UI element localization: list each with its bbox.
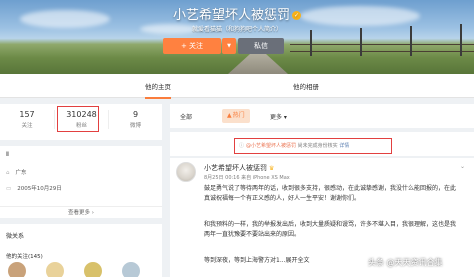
watermark: 头条 @天天资讯合集 xyxy=(368,258,443,267)
follow-menu-caret-icon[interactable]: ▼ xyxy=(222,38,236,54)
view-more-link[interactable]: 查看更多 › xyxy=(0,206,162,218)
avatar[interactable] xyxy=(8,262,26,277)
stat-posts[interactable]: 9 微博 xyxy=(108,110,162,129)
notice-detail-link[interactable]: 详情 xyxy=(339,143,349,149)
post-author-row: 小艺希望坏人被惩罚 ♛ xyxy=(204,163,274,173)
filter-all[interactable]: 全部 xyxy=(180,112,192,121)
followers-highlight-box xyxy=(57,106,99,132)
relations-panel: 微关系 他的关注(145) xyxy=(0,224,162,277)
profile-info-panel: Ⅱ ⌂ 广东 ▭ 2005年10月29日 查看更多 › xyxy=(0,146,162,218)
profile-name: 小艺希望坏人被惩罚 xyxy=(172,8,290,23)
profile-subtitle: 就爱看猫猫（和狗狗吧个人简介） xyxy=(191,26,282,33)
avatar[interactable] xyxy=(176,162,196,182)
info-location-row: ⌂ 广东 xyxy=(6,168,27,176)
profile-name-row: 小艺希望坏人被惩罚 ✓ xyxy=(0,4,474,23)
identity-notice: ⓘ @小艺希望坏人被惩罚 尚未完成身份核实 详情 xyxy=(234,138,392,154)
following-list-label[interactable]: 他的关注(145) xyxy=(6,252,43,260)
info-birthday-row: ▭ 2005年10月29日 xyxy=(6,184,62,192)
info-icon: ⓘ xyxy=(239,143,245,149)
fire-icon: ▲ xyxy=(227,112,232,119)
relations-heading: 微关系 xyxy=(6,233,25,240)
info-location: 广东 xyxy=(15,170,27,176)
stat-value: 157 xyxy=(19,110,35,119)
avatar[interactable] xyxy=(84,262,102,277)
post-paragraph: 鼓足勇气说了等待两年的话，收到很多支持，很感动，在此诚挚感谢，我没什么能回报的，… xyxy=(204,185,457,202)
stat-value: 9 xyxy=(132,110,139,119)
avatar[interactable] xyxy=(122,262,140,277)
tab-album[interactable]: 他的相册 xyxy=(293,81,319,91)
filter-hot[interactable]: ▲热门 xyxy=(222,109,250,123)
info-birthday: 2005年10月29日 xyxy=(17,186,62,192)
stat-label: 关注 xyxy=(21,123,33,129)
crown-icon: ♛ xyxy=(269,165,275,172)
profile-cover: 小艺希望坏人被惩罚 ✓ 就爱看猫猫（和狗狗吧个人简介） + 关注 ▼ 私信 xyxy=(0,0,474,74)
feed-filter-bar: 全部 ▲热门 更多 ▾ xyxy=(170,104,474,128)
post-menu-chevron-down-icon[interactable]: ⌄ xyxy=(460,163,465,170)
filter-hot-label: 热门 xyxy=(232,112,245,119)
birthday-icon: ▭ xyxy=(6,186,12,192)
filter-more[interactable]: 更多 ▾ xyxy=(270,112,287,121)
post-paragraph: 和我预料的一样，我的举报发出后，收到大量质疑和谩骂，许多不堪入目，我很理解，这也… xyxy=(204,221,457,238)
post-author-name[interactable]: 小艺希望坏人被惩罚 xyxy=(204,164,267,172)
post-paragraph-text: 等到深夜，等到上海警方对1...展开全文 xyxy=(204,257,310,264)
tab-home[interactable]: 他的主页 xyxy=(145,81,171,99)
profile-tabs: 他的主页 他的相册 xyxy=(0,74,474,99)
follow-button[interactable]: + 关注 xyxy=(163,38,221,54)
notice-user-link[interactable]: @小艺希望坏人被惩罚 xyxy=(246,143,296,149)
info-heading: Ⅱ xyxy=(6,151,9,158)
notice-text: 尚未完成身份核实 xyxy=(296,143,340,149)
location-icon: ⌂ xyxy=(6,170,10,176)
stat-label: 微博 xyxy=(129,123,141,129)
avatar[interactable] xyxy=(46,262,64,277)
message-button[interactable]: 私信 xyxy=(238,38,284,54)
stat-following[interactable]: 157 关注 xyxy=(0,110,54,129)
post-meta: 8月25日 00:16 来自 iPhone XS Max xyxy=(204,175,290,181)
verified-icon: ✓ xyxy=(292,11,301,20)
